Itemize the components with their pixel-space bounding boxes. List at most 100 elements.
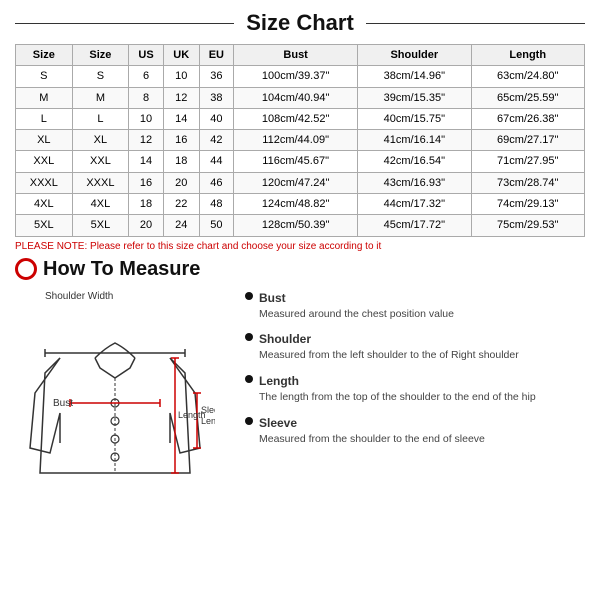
table-cell: 42 [199, 130, 234, 151]
table-cell: 128cm/50.39" [234, 215, 358, 236]
table-header-cell: Size [72, 45, 129, 66]
bullet-title: Shoulder [259, 330, 519, 348]
table-cell: 40cm/15.75" [358, 108, 471, 129]
title-row: Size Chart [15, 10, 585, 36]
jacket-illustration: Shoulder Width [15, 289, 235, 516]
bullet-content: LengthThe length from the top of the sho… [259, 372, 536, 406]
table-header-cell: Bust [234, 45, 358, 66]
table-header-cell: Shoulder [358, 45, 471, 66]
table-cell: 18 [129, 194, 164, 215]
table-cell: XXL [72, 151, 129, 172]
table-cell: S [16, 66, 73, 87]
table-cell: 6 [129, 66, 164, 87]
table-row: XXLXXL141844116cm/45.67"42cm/16.54"71cm/… [16, 151, 585, 172]
table-cell: 120cm/47.24" [234, 172, 358, 193]
table-cell: 8 [129, 87, 164, 108]
table-cell: 48 [199, 194, 234, 215]
jacket-svg: Bust Sleeve Length Length [15, 303, 215, 513]
table-cell: L [72, 108, 129, 129]
table-cell: 5XL [72, 215, 129, 236]
table-cell: 10 [129, 108, 164, 129]
table-cell: 112cm/44.09" [234, 130, 358, 151]
table-cell: 67cm/26.38" [471, 108, 585, 129]
table-cell: 108cm/42.52" [234, 108, 358, 129]
table-cell: 20 [163, 172, 199, 193]
bullet-item: ShoulderMeasured from the left shoulder … [245, 330, 585, 364]
table-cell: 39cm/15.35" [358, 87, 471, 108]
table-cell: 45cm/17.72" [358, 215, 471, 236]
table-row: LL101440108cm/42.52"40cm/15.75"67cm/26.3… [16, 108, 585, 129]
table-cell: 46 [199, 172, 234, 193]
table-cell: 124cm/48.82" [234, 194, 358, 215]
table-cell: 74cm/29.13" [471, 194, 585, 215]
table-cell: XXXL [16, 172, 73, 193]
bullet-desc: Measured around the chest position value [259, 307, 454, 323]
bullet-content: BustMeasured around the chest position v… [259, 289, 454, 323]
table-row: 4XL4XL182248124cm/48.82"44cm/17.32"74cm/… [16, 194, 585, 215]
bullet-content: SleeveMeasured from the shoulder to the … [259, 414, 485, 448]
table-cell: 42cm/16.54" [358, 151, 471, 172]
table-cell: 44cm/17.32" [358, 194, 471, 215]
table-row: MM81238104cm/40.94"39cm/15.35"65cm/25.59… [16, 87, 585, 108]
table-cell: XXL [16, 151, 73, 172]
how-to-measure-title: How To Measure [43, 258, 200, 281]
bullet-item: LengthThe length from the top of the sho… [245, 372, 585, 406]
table-cell: 18 [163, 151, 199, 172]
bullet-title: Length [259, 372, 536, 390]
table-header-cell: UK [163, 45, 199, 66]
measure-section: Shoulder Width [15, 289, 585, 516]
size-table: SizeSizeUSUKEUBustShoulderLength SS61036… [15, 44, 585, 237]
table-header-cell: Size [16, 45, 73, 66]
table-cell: 10 [163, 66, 199, 87]
table-cell: 16 [129, 172, 164, 193]
table-cell: 14 [129, 151, 164, 172]
table-cell: 69cm/27.17" [471, 130, 585, 151]
table-cell: 75cm/29.53" [471, 215, 585, 236]
table-cell: 65cm/25.59" [471, 87, 585, 108]
bullet-desc: The length from the top of the shoulder … [259, 390, 536, 406]
note-text: PLEASE NOTE: Please refer to this size c… [15, 241, 585, 252]
table-cell: 116cm/45.67" [234, 151, 358, 172]
table-cell: M [72, 87, 129, 108]
table-cell: 43cm/16.93" [358, 172, 471, 193]
table-header-cell: Length [471, 45, 585, 66]
svg-text:Length: Length [178, 410, 206, 420]
table-cell: 44 [199, 151, 234, 172]
table-cell: 38cm/14.96" [358, 66, 471, 87]
how-to-measure-title-row: How To Measure [15, 258, 585, 281]
bullet-desc: Measured from the shoulder to the end of… [259, 432, 485, 448]
bullet-content: ShoulderMeasured from the left shoulder … [259, 330, 519, 364]
table-cell: 22 [163, 194, 199, 215]
table-header-cell: EU [199, 45, 234, 66]
bullet-dot [245, 417, 253, 425]
table-head: SizeSizeUSUKEUBustShoulderLength [16, 45, 585, 66]
table-cell: 24 [163, 215, 199, 236]
page-title: Size Chart [234, 10, 366, 36]
bullet-desc: Measured from the left shoulder to the o… [259, 348, 519, 364]
table-cell: 4XL [72, 194, 129, 215]
table-cell: 41cm/16.14" [358, 130, 471, 151]
table-cell: XXXL [72, 172, 129, 193]
table-cell: 14 [163, 108, 199, 129]
table-cell: 12 [163, 87, 199, 108]
table-cell: M [16, 87, 73, 108]
bullet-title: Sleeve [259, 414, 485, 432]
bullet-dot [245, 292, 253, 300]
table-cell: 5XL [16, 215, 73, 236]
table-cell: 73cm/28.74" [471, 172, 585, 193]
title-line-right [366, 23, 585, 24]
bullet-item: BustMeasured around the chest position v… [245, 289, 585, 323]
table-cell: 63cm/24.80" [471, 66, 585, 87]
table-cell: XL [16, 130, 73, 151]
table-cell: 36 [199, 66, 234, 87]
table-cell: 38 [199, 87, 234, 108]
circle-icon [15, 258, 37, 280]
table-row: SS61036100cm/39.37"38cm/14.96"63cm/24.80… [16, 66, 585, 87]
table-cell: 4XL [16, 194, 73, 215]
table-cell: 71cm/27.95" [471, 151, 585, 172]
table-cell: 20 [129, 215, 164, 236]
table-row: 5XL5XL202450128cm/50.39"45cm/17.72"75cm/… [16, 215, 585, 236]
table-cell: 104cm/40.94" [234, 87, 358, 108]
table-cell: 40 [199, 108, 234, 129]
table-header-row: SizeSizeUSUKEUBustShoulderLength [16, 45, 585, 66]
